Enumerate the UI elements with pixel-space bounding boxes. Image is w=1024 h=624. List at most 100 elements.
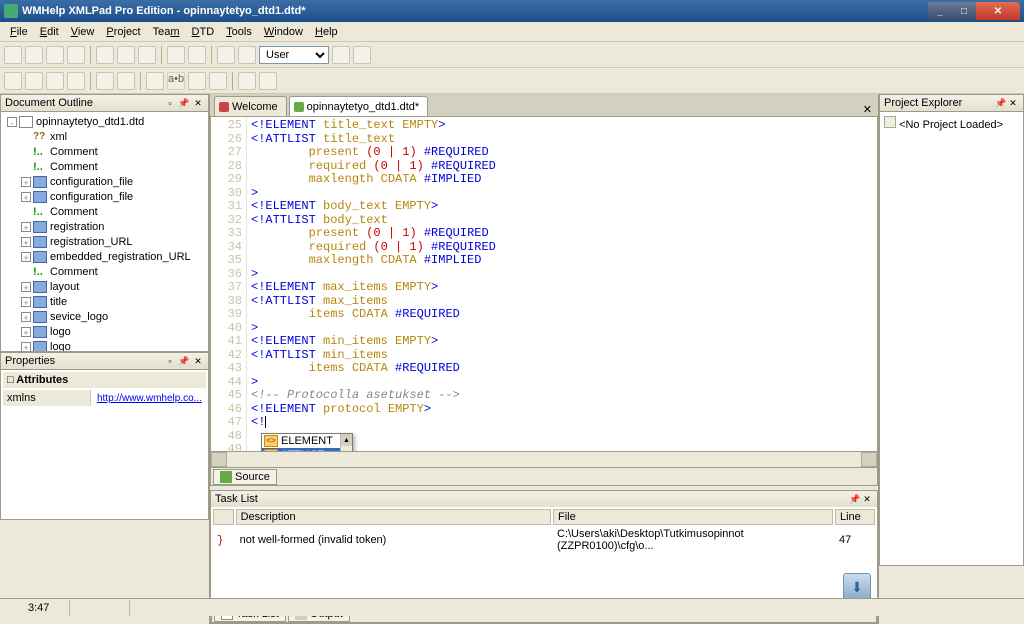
tb-btn[interactable]: [67, 72, 85, 90]
tree-item[interactable]: !..Comment: [3, 144, 208, 159]
close-icon[interactable]: ✕: [192, 355, 204, 367]
menu-team[interactable]: Team: [147, 24, 186, 40]
tab-welcome[interactable]: Welcome: [214, 96, 287, 116]
scroll-left-icon[interactable]: [211, 452, 227, 467]
nav-fwd-button[interactable]: [238, 46, 256, 64]
tb-btn[interactable]: [25, 72, 43, 90]
outline-title: Document Outline: [5, 97, 93, 109]
col-file[interactable]: File: [553, 509, 833, 525]
task-table: Description File Line } not well-formed …: [211, 507, 877, 555]
tree-item[interactable]: !..Comment: [3, 264, 208, 279]
autocomplete-popup[interactable]: <>ELEMENT<>ATTLIST<>ENTITY<>ENTITY %<>NO…: [261, 433, 353, 452]
minimize-button[interactable]: _: [928, 2, 952, 20]
outline-tree[interactable]: - opinnaytetyo_dtd1.dtd ??xml!..Comment!…: [0, 112, 209, 352]
open-button[interactable]: [25, 46, 43, 64]
menu-project[interactable]: Project: [100, 24, 146, 40]
tb-btn[interactable]: [238, 72, 256, 90]
tb-btn[interactable]: a•b: [167, 72, 185, 90]
tree-item[interactable]: !..Comment: [3, 159, 208, 174]
scroll-right-icon[interactable]: [861, 452, 877, 467]
task-desc: not well-formed (invalid token): [236, 527, 551, 553]
properties-header: Properties ▫ 📌 ✕: [0, 352, 209, 370]
tb-btn[interactable]: [146, 72, 164, 90]
code-editor[interactable]: 2526272829303132333435363738394041424344…: [210, 116, 878, 452]
tb-btn[interactable]: [117, 72, 135, 90]
menu-window[interactable]: Window: [258, 24, 309, 40]
tb-btn[interactable]: [96, 72, 114, 90]
tb-btn[interactable]: [188, 72, 206, 90]
nav-back-button[interactable]: [217, 46, 235, 64]
menu-dtd[interactable]: DTD: [186, 24, 221, 40]
menu-file[interactable]: File: [4, 24, 34, 40]
tree-item[interactable]: +sevice_logo: [3, 309, 208, 324]
tree-item[interactable]: +logo: [3, 324, 208, 339]
tab-file[interactable]: opinnaytetyo_dtd1.dtd*: [289, 96, 429, 116]
separator: [140, 72, 141, 90]
redo-button[interactable]: [188, 46, 206, 64]
undo-button[interactable]: [167, 46, 185, 64]
maximize-button[interactable]: □: [952, 2, 976, 20]
project-explorer-body[interactable]: <No Project Loaded>: [879, 112, 1024, 566]
tree-root-label: opinnaytetyo_dtd1.dtd: [36, 116, 144, 128]
close-icon[interactable]: ✕: [192, 97, 204, 109]
tree-item[interactable]: +configuration_file: [3, 189, 208, 204]
tb-btn[interactable]: [46, 72, 64, 90]
tree-root-row[interactable]: - opinnaytetyo_dtd1.dtd: [3, 114, 208, 129]
save-button[interactable]: [46, 46, 64, 64]
tree-item[interactable]: +embedded_registration_URL: [3, 249, 208, 264]
code-content[interactable]: <!ELEMENT title_text EMPTY> <!ATTLIST ti…: [247, 117, 877, 451]
tb-btn[interactable]: [4, 72, 22, 90]
saveall-button[interactable]: [67, 46, 85, 64]
pin-icon[interactable]: 📌: [178, 355, 190, 367]
menu-bar: File Edit View Project Team DTD Tools Wi…: [0, 22, 1024, 42]
tree-item[interactable]: +layout: [3, 279, 208, 294]
col-description[interactable]: Description: [236, 509, 551, 525]
scroll-up-icon[interactable]: ▲: [341, 434, 352, 446]
tree-item[interactable]: +title: [3, 294, 208, 309]
autocomplete-scrollbar[interactable]: ▲ ▼: [340, 434, 352, 452]
close-button[interactable]: ✕: [976, 2, 1020, 20]
app-icon: [4, 4, 18, 18]
col-line[interactable]: Line: [835, 509, 875, 525]
toolbar-secondary: a•b: [0, 68, 1024, 94]
editor-hscroll[interactable]: [210, 452, 878, 468]
status-bar: 3:47: [0, 598, 1024, 616]
close-icon[interactable]: ✕: [861, 493, 873, 505]
new-button[interactable]: [4, 46, 22, 64]
autocomplete-item[interactable]: <>ELEMENT: [262, 434, 352, 448]
pin-icon[interactable]: ▫: [164, 97, 176, 109]
close-icon[interactable]: ✕: [1007, 97, 1019, 109]
attr-value[interactable]: http://www.wmhelp.co...: [97, 393, 202, 404]
pin-icon[interactable]: 📌: [178, 97, 190, 109]
tree-item[interactable]: +registration_URL: [3, 234, 208, 249]
tab-close-icon[interactable]: ✕: [857, 103, 878, 116]
download-icon[interactable]: ⬇: [843, 573, 871, 601]
tree-item[interactable]: +registration: [3, 219, 208, 234]
pin-icon[interactable]: 📌: [849, 493, 861, 505]
source-icon: [220, 471, 232, 483]
tb-btn[interactable]: [259, 72, 277, 90]
menu-tools[interactable]: Tools: [220, 24, 258, 40]
tb-btn[interactable]: [209, 72, 227, 90]
copy-button[interactable]: [117, 46, 135, 64]
menu-edit[interactable]: Edit: [34, 24, 65, 40]
tree-item[interactable]: ??xml: [3, 129, 208, 144]
cut-button[interactable]: [96, 46, 114, 64]
user-selector[interactable]: User: [259, 46, 329, 64]
tree-item[interactable]: +configuration_file: [3, 174, 208, 189]
paste-button[interactable]: [138, 46, 156, 64]
pin-icon[interactable]: ▫: [164, 355, 176, 367]
tab-source[interactable]: Source: [213, 469, 277, 485]
task-row[interactable]: } not well-formed (invalid token) C:\Use…: [213, 527, 875, 553]
separator: [90, 72, 91, 90]
pin-icon[interactable]: 📌: [995, 97, 1007, 109]
menu-view[interactable]: View: [65, 24, 101, 40]
menu-help[interactable]: Help: [309, 24, 344, 40]
tree-item[interactable]: !..Comment: [3, 204, 208, 219]
tab-label: opinnaytetyo_dtd1.dtd*: [307, 101, 420, 113]
tree-item[interactable]: +logo: [3, 339, 208, 352]
assign-button[interactable]: [332, 46, 350, 64]
separator: [161, 46, 162, 64]
autocomplete-item[interactable]: <>ATTLIST: [262, 448, 352, 452]
dropdown-button[interactable]: [353, 46, 371, 64]
